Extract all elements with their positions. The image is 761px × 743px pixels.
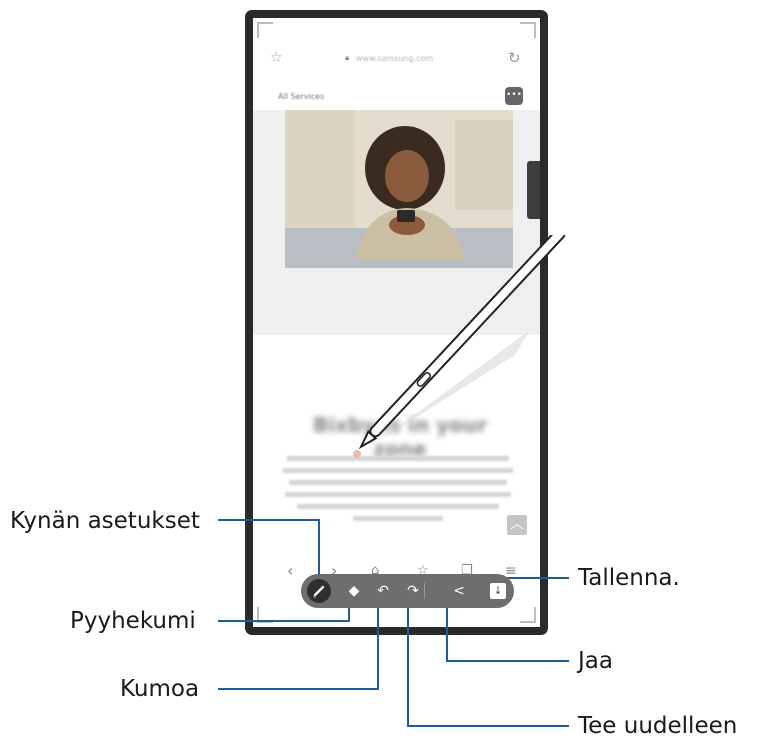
crop-corner-bottom-left[interactable]	[257, 607, 273, 623]
toolbar-divider	[424, 583, 425, 599]
edge-panel-handle[interactable]	[527, 161, 540, 219]
label-save: Tallenna.	[578, 565, 680, 591]
chat-bubble-icon[interactable]: •••	[505, 87, 523, 105]
eraser-icon[interactable]: ◆	[343, 574, 365, 608]
download-icon[interactable]: ↓	[490, 583, 506, 599]
browser-url-bar: ☆ 🔒︎ www.samsung.com ↻	[253, 18, 540, 78]
undo-icon[interactable]: ↶	[372, 574, 394, 608]
label-share: Jaa	[578, 648, 613, 674]
services-bar: All Services •••	[273, 84, 523, 106]
label-undo: Kumoa	[120, 676, 200, 702]
share-icon[interactable]: <	[448, 574, 470, 608]
s-pen-illustration	[358, 235, 566, 450]
lock-icon: 🔒︎	[345, 53, 350, 62]
bookmark-star-icon[interactable]: ☆	[270, 50, 283, 66]
url-text: www.samsung.com	[356, 54, 434, 63]
reload-icon[interactable]: ↻	[508, 49, 521, 67]
crop-corner-top-right[interactable]	[520, 22, 536, 38]
pen-icon	[313, 585, 325, 598]
redo-icon[interactable]: ↷	[402, 574, 424, 608]
crop-corner-top-left[interactable]	[257, 22, 273, 38]
label-pen-settings: Kynän asetukset	[10, 508, 200, 534]
crop-corner-bottom-right[interactable]	[520, 607, 536, 623]
pen-settings-button[interactable]	[307, 579, 331, 603]
screen-write-toolbar: ◆ ↶ ↷ < ↓	[301, 574, 514, 608]
back-icon[interactable]: ‹	[287, 556, 293, 586]
body-paragraph	[283, 456, 513, 528]
label-redo: Tee uudelleen	[578, 713, 738, 739]
scroll-up-button[interactable]: ︿	[507, 515, 527, 535]
label-eraser: Pyyhekumi	[70, 608, 196, 634]
services-label[interactable]: All Services	[278, 92, 324, 101]
